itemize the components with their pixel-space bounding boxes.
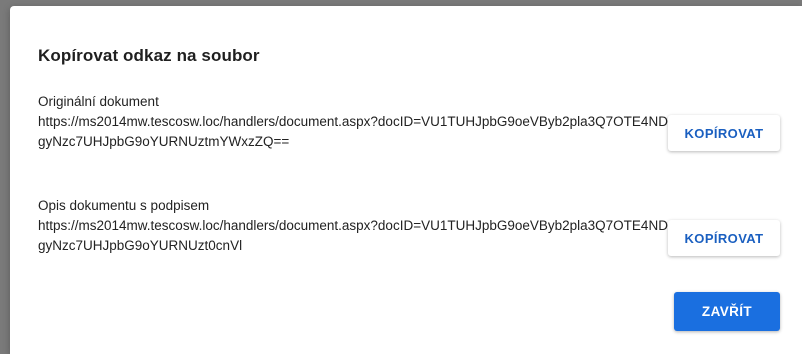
link-url: https://ms2014mw.tescosw.loc/handlers/do…: [38, 218, 668, 253]
close-button[interactable]: ZAVŘÍT: [674, 292, 780, 331]
link-url: https://ms2014mw.tescosw.loc/handlers/do…: [38, 114, 668, 149]
link-item-signed-copy: Opis dokumentu s podpisem https://ms2014…: [38, 196, 668, 256]
copy-original-button[interactable]: KOPÍROVAT: [668, 115, 780, 151]
dialog-title: Kopírovat odkaz na soubor: [38, 46, 260, 65]
copy-link-dialog: Kopírovat odkaz na soubor Originální dok…: [10, 6, 802, 354]
link-label: Originální dokument: [38, 94, 159, 109]
copy-signed-copy-button[interactable]: KOPÍROVAT: [668, 220, 780, 256]
link-item-original: Originální dokument https://ms2014mw.tes…: [38, 92, 668, 152]
link-label: Opis dokumentu s podpisem: [38, 198, 210, 213]
